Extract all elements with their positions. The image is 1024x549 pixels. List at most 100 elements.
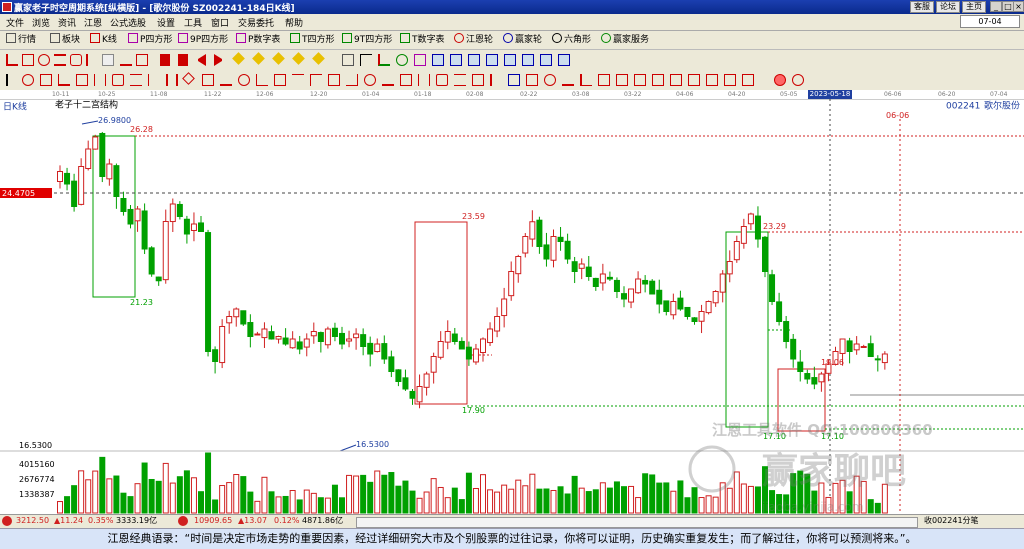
table-icon-6[interactable] [522,54,534,66]
box9-icon[interactable] [670,74,682,86]
quote-button[interactable]: 行情 [6,33,36,47]
box2-icon[interactable] [328,74,340,86]
diamond-icon-4[interactable] [292,52,305,65]
stats-icon[interactable] [508,74,520,86]
rect-icon[interactable] [436,74,448,86]
diamond-icon-2[interactable] [252,52,265,65]
corner2-icon[interactable] [346,74,358,86]
frame-icon[interactable] [274,74,286,86]
close-icon[interactable]: × [1013,1,1024,12]
service-link[interactable]: 客服 [910,1,934,13]
menu-formula[interactable]: 公式选股 [110,16,146,29]
minimize-icon[interactable]: _ [990,1,1002,12]
menu-trade[interactable]: 交易委托 [238,16,274,29]
table-icon-2[interactable] [450,54,462,66]
box3-icon[interactable] [400,74,412,86]
trend-tool-icon[interactable] [378,54,390,66]
hand-tool-icon[interactable] [342,54,354,66]
table-icon-8[interactable] [558,54,570,66]
box13-icon[interactable] [742,74,754,86]
kline-chart[interactable]: 日K线 老子十二宫结构 002241 歌尔股份 06-06 24.4705 26… [0,99,1024,514]
fib-tool-icon[interactable] [414,54,426,66]
hexagon-button[interactable]: 六角形 [552,33,591,47]
square-icon[interactable] [202,74,214,86]
menu-gann[interactable]: 江恩 [84,16,102,29]
gann-box-icon[interactable] [40,74,52,86]
infinity-icon[interactable] [792,74,804,86]
table-icon-4[interactable] [486,54,498,66]
box-tool-icon[interactable] [136,54,148,66]
dropdown-tool-icon[interactable] [102,54,114,66]
rotate-icon[interactable] [182,72,195,85]
first-bar-icon[interactable] [160,54,170,66]
next-bar-icon[interactable] [178,54,188,66]
vline-icon[interactable] [148,74,160,86]
box6-icon[interactable] [616,74,628,86]
circle2-icon[interactable] [364,74,376,86]
baseline-icon[interactable] [382,74,394,86]
right-arrow-icon[interactable] [214,54,224,66]
sector-button[interactable]: 板块 [50,33,80,47]
gann-wheel-button[interactable]: 江恩轮 [454,33,493,47]
table-icon-5[interactable] [504,54,516,66]
table-icon-1[interactable] [432,54,444,66]
box11-icon[interactable] [706,74,718,86]
left-arrow-icon[interactable] [196,54,206,66]
9p-square-button[interactable]: 9P四方形 [178,33,228,47]
9t-square-button[interactable]: 9T四方形 [342,33,392,47]
cycle-tool-icon[interactable] [70,54,82,66]
crosshair-tool-icon[interactable] [360,54,372,66]
corner-icon[interactable] [256,74,268,86]
band-icon[interactable] [454,74,466,86]
box12-icon[interactable] [724,74,736,86]
gann-grid-icon[interactable] [76,74,88,86]
diamond-icon-1[interactable] [232,52,245,65]
underline-icon[interactable] [220,74,232,86]
gann-fan-icon[interactable] [22,74,34,86]
spiral-tool-icon[interactable] [396,54,408,66]
p-square-button[interactable]: P四方形 [128,33,172,47]
menu-news[interactable]: 资讯 [58,16,76,29]
menu-settings[interactable]: 设置 [157,16,175,29]
winner-wheel-button[interactable]: 赢家轮 [503,33,542,47]
line-tool-icon[interactable] [6,54,18,66]
diamond-icon-5[interactable] [312,52,325,65]
diamond-icon-3[interactable] [272,52,285,65]
color-wheel-icon[interactable] [774,74,786,86]
menu-file[interactable]: 文件 [6,16,24,29]
t-square-button[interactable]: T四方形 [290,33,335,47]
box7-icon[interactable] [634,74,646,86]
p-number-table-button[interactable]: P数字表 [236,33,280,47]
menu-browse[interactable]: 浏览 [32,16,50,29]
cursor-tool-icon[interactable] [6,74,18,86]
parallel-tool-icon[interactable] [54,54,66,66]
marker-icon[interactable] [490,74,502,86]
table-icon-3[interactable] [468,54,480,66]
menu-tools[interactable]: 工具 [184,16,202,29]
t-number-table-button[interactable]: T数字表 [400,33,445,47]
ring-icon[interactable] [238,74,250,86]
range-icon[interactable] [418,74,430,86]
trendline-icon[interactable] [562,74,574,86]
box10-icon[interactable] [688,74,700,86]
forum-link[interactable]: 论坛 [936,1,960,13]
channel-tool-icon[interactable] [22,54,34,66]
horizontal-tool-icon[interactable] [120,54,132,66]
top-line-icon[interactable] [292,74,304,86]
winner-service-button[interactable]: 赢家服务 [601,33,649,47]
horizontal-scrollbar[interactable] [356,517,918,528]
menu-help[interactable]: 帮助 [285,16,303,29]
axis-icon[interactable] [580,74,592,86]
cross-icon[interactable] [310,74,322,86]
box4-icon[interactable] [472,74,484,86]
vertical-tool-icon[interactable] [86,54,98,66]
menu-window[interactable]: 窗口 [211,16,229,29]
price-cycle-icon[interactable] [112,74,124,86]
bars-icon[interactable] [526,74,538,86]
box8-icon[interactable] [652,74,664,86]
homepage-link[interactable]: 主页 [962,1,986,13]
gann-angle-icon[interactable] [58,74,70,86]
table-icon-7[interactable] [540,54,552,66]
box5-icon[interactable] [598,74,610,86]
level-icon[interactable] [130,74,142,86]
